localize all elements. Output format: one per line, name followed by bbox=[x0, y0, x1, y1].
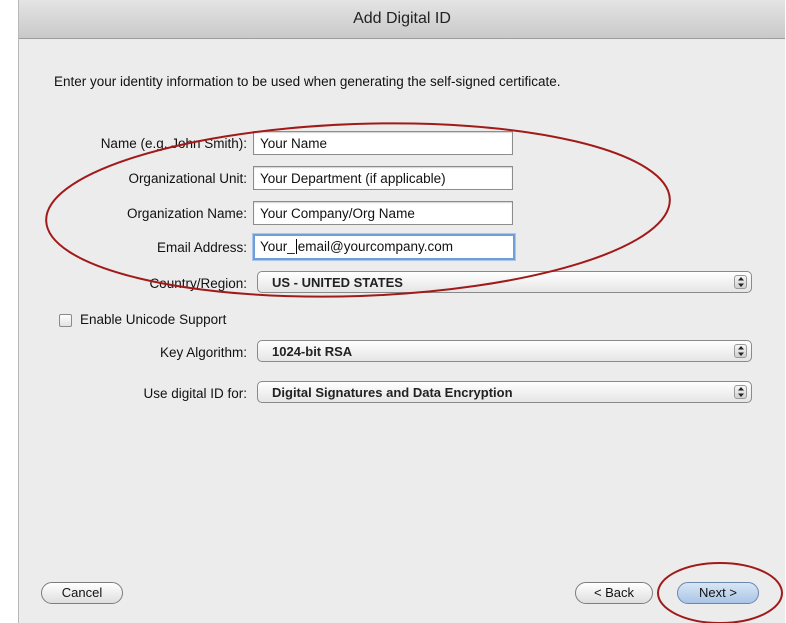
text-caret bbox=[295, 239, 297, 254]
email-field[interactable]: Your_ email@yourcompany.com bbox=[253, 234, 515, 260]
window-title: Add Digital ID bbox=[19, 0, 785, 39]
country-select[interactable]: US - UNITED STATES bbox=[257, 271, 752, 293]
org-name-label: Organization Name: bbox=[126, 206, 247, 221]
name-label: Name (e.g. John Smith): bbox=[100, 136, 247, 151]
cancel-button[interactable]: Cancel bbox=[41, 582, 123, 604]
add-digital-id-dialog: Add Digital ID Enter your identity infor… bbox=[18, 0, 785, 623]
email-text-after-caret: email@yourcompany.com bbox=[297, 239, 454, 254]
use-for-select[interactable]: Digital Signatures and Data Encryption bbox=[257, 381, 752, 403]
org-unit-label: Organizational Unit: bbox=[128, 171, 247, 186]
select-arrows-icon bbox=[734, 385, 747, 399]
back-button[interactable]: < Back bbox=[575, 582, 653, 604]
org-unit-field[interactable]: Your Department (if applicable) bbox=[253, 166, 513, 190]
key-algorithm-value: 1024-bit RSA bbox=[272, 344, 353, 359]
use-for-value: Digital Signatures and Data Encryption bbox=[272, 385, 513, 400]
intro-text: Enter your identity information to be us… bbox=[54, 74, 561, 89]
country-select-value: US - UNITED STATES bbox=[272, 275, 403, 290]
key-algorithm-label: Key Algorithm: bbox=[159, 345, 247, 360]
country-label: Country/Region: bbox=[149, 276, 247, 291]
email-label: Email Address: bbox=[156, 240, 247, 255]
unicode-label[interactable]: Enable Unicode Support bbox=[80, 312, 226, 327]
email-text-before-caret: Your_ bbox=[260, 239, 295, 254]
select-arrows-icon bbox=[734, 275, 747, 289]
name-field[interactable]: Your Name bbox=[253, 131, 513, 155]
use-for-label: Use digital ID for: bbox=[143, 386, 247, 401]
select-arrows-icon bbox=[734, 344, 747, 358]
next-button[interactable]: Next > bbox=[677, 582, 759, 604]
key-algorithm-select[interactable]: 1024-bit RSA bbox=[257, 340, 752, 362]
org-name-field[interactable]: Your Company/Org Name bbox=[253, 201, 513, 225]
unicode-checkbox[interactable] bbox=[59, 314, 72, 327]
